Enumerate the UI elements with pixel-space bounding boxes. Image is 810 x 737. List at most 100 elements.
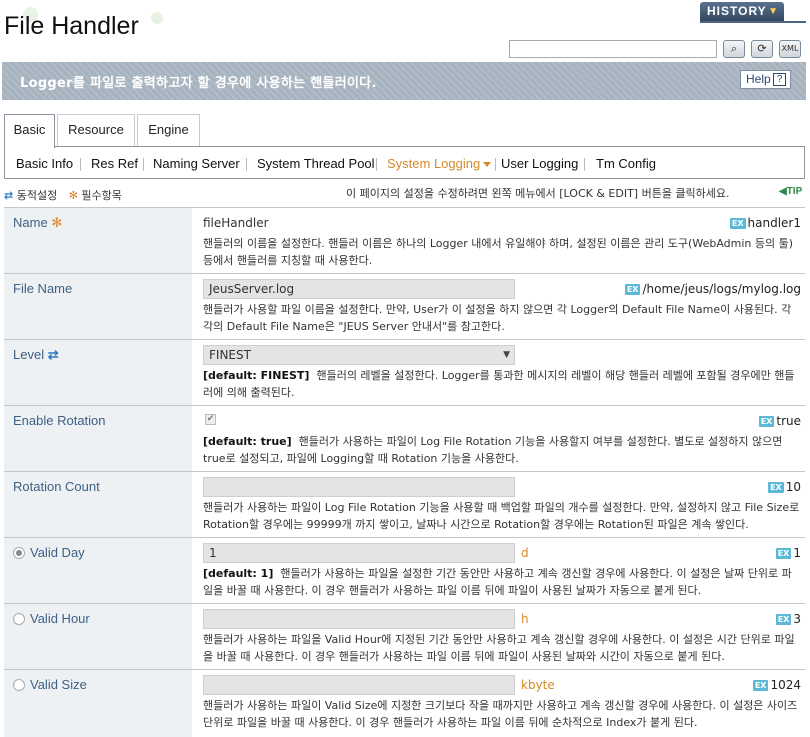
example-value: 1024	[770, 678, 801, 692]
unit-label: kbyte	[521, 678, 555, 692]
value-cell: kbyte EX 1024 핸들러가 사용하는 파일이 Valid Size에 지…	[203, 670, 801, 737]
field-description: 핸들러가 사용하는 파일이 Valid Size에 지정한 크기보다 작을 때까…	[203, 699, 798, 729]
label-cell: File Name	[4, 274, 192, 339]
valid-day-radio[interactable]	[13, 547, 25, 559]
search-icon: ⌕	[730, 42, 738, 55]
field-label: Valid Day	[30, 545, 85, 560]
example-value: 1	[793, 546, 801, 560]
subnav-separator	[246, 158, 247, 171]
tip-icon: ◀	[779, 186, 787, 197]
xml-icon: XML	[781, 44, 799, 53]
field-description: 핸들러가 사용하는 파일이 Log File Rotation 기능을 사용할 …	[203, 501, 800, 531]
chevron-down-icon	[483, 162, 491, 167]
default-value: [default: 1]	[203, 567, 274, 580]
field-description: [default: 1] 핸들러가 사용하는 파일을 설정한 기간 동안만 사용…	[203, 565, 801, 599]
row-level: Level ⇄ FINEST ▼ [default: FINEST] 핸들러의 레…	[4, 339, 805, 405]
label-cell: Valid Size	[4, 670, 192, 737]
subnav-separator	[584, 158, 585, 171]
tab-engine[interactable]: Engine	[137, 114, 200, 147]
subnav-system-thread-pool[interactable]: System Thread Pool	[257, 156, 375, 171]
history-label: HISTORY	[707, 4, 767, 18]
file-name-input[interactable]: JeusServer.log	[203, 279, 515, 299]
ex-badge-icon: EX	[775, 548, 792, 559]
label-cell: Valid Day	[4, 538, 192, 603]
label-cell: Level ⇄	[4, 340, 192, 405]
example: EX handler1	[729, 216, 801, 230]
field-description: 핸들러가 사용할 파일 이름을 설정한다. 만약, User가 이 설정을 하지…	[203, 303, 792, 333]
subnav-user-logging[interactable]: User Logging	[501, 156, 578, 171]
rotation-count-input[interactable]	[203, 477, 515, 497]
value-cell: ✔ EX true [default: true] 핸들러가 사용하는 파일이 L…	[203, 406, 801, 471]
example: EX 1024	[752, 678, 801, 692]
row-valid-size: Valid Size kbyte EX 1024 핸들러가 사용하는 파일이 Va…	[4, 669, 805, 737]
refresh-icon: ⟳	[757, 42, 767, 55]
value-cell: EX 10 핸들러가 사용하는 파일이 Log File Rotation 기능을…	[203, 472, 801, 537]
ex-badge-icon: EX	[758, 416, 775, 427]
subnav-basic-info[interactable]: Basic Info	[16, 156, 73, 171]
ex-badge-icon: EX	[768, 482, 784, 493]
example: EX 3	[775, 612, 801, 626]
enable-rotation-checkbox[interactable]: ✔	[205, 414, 216, 425]
history-button[interactable]: HISTORY ▼	[700, 2, 784, 21]
ex-badge-icon: EX	[775, 614, 792, 625]
default-value: [default: FINEST]	[203, 369, 310, 382]
search-input[interactable]	[509, 40, 717, 58]
description-text: 핸들러가 사용하는 파일을 설정한 기간 동안만 사용하고 계속 갱신할 경우에…	[203, 567, 792, 597]
valid-day-input[interactable]: 1	[203, 543, 515, 563]
page: File Handler HISTORY ▼ ⌕ ⟳ XML Logger를 파일…	[0, 0, 810, 737]
refresh-button[interactable]: ⟳	[751, 40, 773, 58]
label-cell: Name ✻	[4, 208, 192, 273]
valid-hour-input[interactable]	[203, 609, 515, 629]
history-underline	[700, 21, 806, 23]
subnav-tm-config[interactable]: Tm Config	[596, 156, 656, 171]
level-select[interactable]: FINEST ▼	[203, 345, 515, 365]
search-button[interactable]: ⌕	[723, 40, 745, 58]
subnav-system-logging[interactable]: System Logging	[387, 156, 480, 171]
value-cell: fileHandler EX handler1 핸들러의 이름을 설정한다. 핸들…	[203, 208, 801, 273]
tab-basic[interactable]: Basic	[4, 114, 55, 148]
subnav-res-ref[interactable]: Res Ref	[91, 156, 138, 171]
subnav-separator	[143, 158, 144, 171]
xml-button[interactable]: XML	[779, 40, 801, 58]
required-icon: ✻	[68, 189, 78, 202]
label-cell: Enable Rotation	[4, 406, 192, 471]
valid-hour-radio[interactable]	[13, 613, 25, 625]
subnav-naming-server[interactable]: Naming Server	[153, 156, 240, 171]
field-description: 핸들러의 이름을 설정한다. 핸들러 이름은 하나의 Logger 내에서 유일…	[203, 237, 794, 267]
check-icon: ✔	[206, 414, 215, 424]
tab-label: Basic	[13, 122, 46, 137]
name-value: fileHandler	[203, 216, 269, 230]
chevron-down-icon: ▼	[768, 6, 779, 17]
field-label: File Name	[13, 281, 73, 296]
page-title: File Handler	[4, 12, 139, 40]
subnav-separator	[376, 158, 377, 171]
field-label: Enable Rotation	[13, 413, 106, 428]
label-cell: Valid Hour	[4, 604, 192, 669]
subnav-separator	[495, 158, 496, 171]
tab-label: Engine	[148, 122, 189, 137]
example-value: handler1	[747, 216, 801, 230]
example-value: true	[776, 414, 801, 428]
legend: ⇄ 동적설정 ✻ 필수항목	[4, 187, 122, 203]
tab-resource[interactable]: Resource	[57, 114, 135, 147]
description-banner: Logger를 파일로 출력하고자 할 경우에 사용하는 핸들러이다. Help…	[2, 62, 806, 100]
tab-label: Resource	[68, 122, 124, 137]
help-label: Help	[746, 72, 771, 86]
row-file-name: File Name JeusServer.log EX/home/jeus/lo…	[4, 273, 805, 339]
valid-size-radio[interactable]	[13, 679, 25, 691]
example-value: /home/jeus/logs/mylog.log	[642, 282, 801, 296]
valid-size-input[interactable]	[203, 675, 515, 695]
help-button[interactable]: Help?	[740, 70, 791, 89]
tip-label: TIP	[786, 186, 803, 197]
example: EX true	[758, 414, 801, 428]
dynamic-setting-icon: ⇄	[4, 189, 14, 202]
field-label: Rotation Count	[13, 479, 100, 494]
label-cell: Rotation Count	[4, 472, 192, 537]
required-icon: ✻	[51, 215, 63, 230]
value-cell: h EX 3 핸들러가 사용하는 파일을 Valid Hour에 지정된 기간 동…	[203, 604, 801, 669]
tip-badge: ◀TIP	[779, 186, 802, 197]
example-value: 3	[793, 612, 801, 626]
field-description: [default: FINEST] 핸들러의 레벨을 설정한다. Logger를…	[203, 367, 801, 401]
sub-navigation: Basic Info Res Ref Naming Server System …	[4, 147, 805, 179]
example: EX 1	[775, 546, 801, 560]
